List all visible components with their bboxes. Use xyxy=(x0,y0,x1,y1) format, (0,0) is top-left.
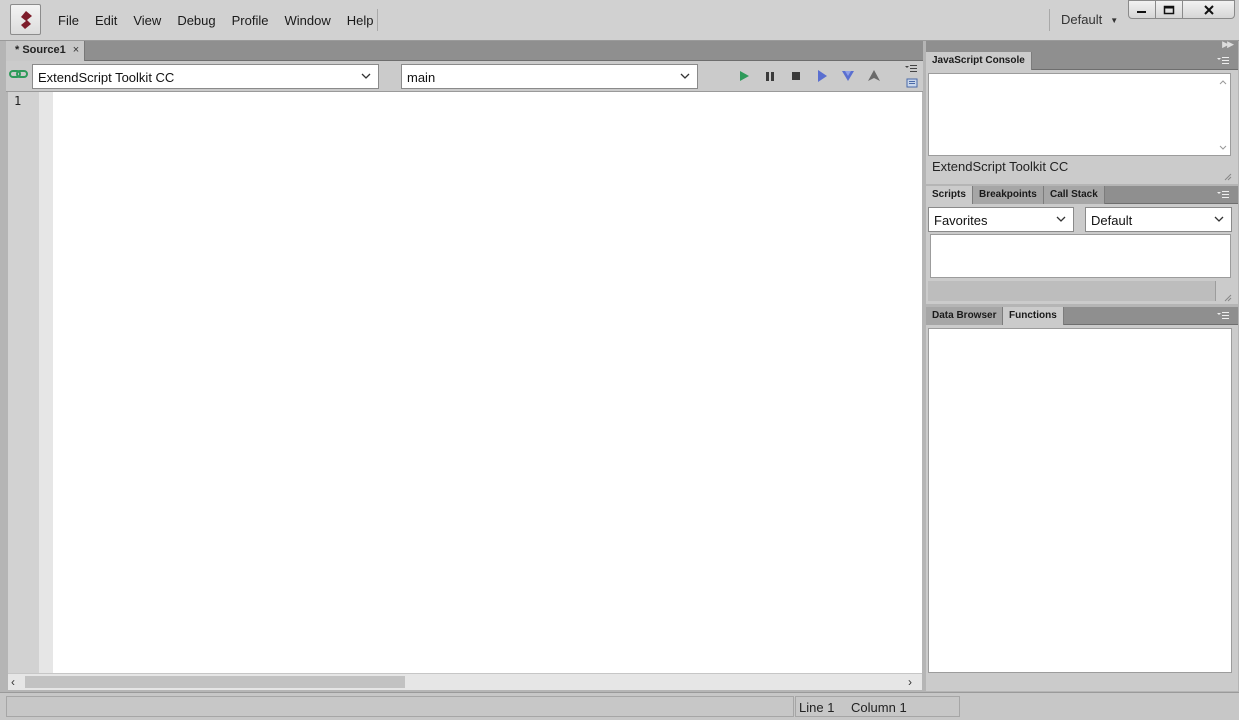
workspace-label: Default xyxy=(1061,12,1103,27)
panel-collapse-bar: ▶▶ xyxy=(926,39,1238,52)
maximize-icon xyxy=(1163,5,1175,14)
menu-divider xyxy=(1049,9,1050,31)
workspace-switcher[interactable]: Default ▼ xyxy=(1061,12,1118,27)
menu-file[interactable]: File xyxy=(50,12,87,30)
status-bar: Line 1 Column 1 xyxy=(0,692,1239,720)
scripts-scope-value: Default xyxy=(1091,213,1133,228)
link-icon[interactable] xyxy=(9,67,29,81)
outline-icon[interactable] xyxy=(906,78,920,88)
console-tab-bar: JavaScript Console xyxy=(926,52,1238,70)
cursor-position: Line 1 Column 1 xyxy=(795,696,960,717)
scripts-scroll-area xyxy=(928,281,1216,301)
engine-select[interactable]: main xyxy=(401,64,698,89)
tab-scripts[interactable]: Scripts xyxy=(926,186,973,204)
step-over-button[interactable] xyxy=(815,69,829,83)
console-target-label: ExtendScript Toolkit CC xyxy=(932,159,1069,174)
window-controls xyxy=(1128,0,1235,19)
status-column: Column 1 xyxy=(851,700,907,715)
scripts-list[interactable] xyxy=(930,234,1231,278)
functions-list[interactable] xyxy=(928,328,1232,673)
document-tab-bar: * Source1 × xyxy=(6,41,923,61)
caret-down-icon: ▼ xyxy=(1110,16,1119,26)
pause-button[interactable] xyxy=(763,69,777,83)
chevron-down-icon xyxy=(680,73,690,79)
minimize-button[interactable] xyxy=(1128,0,1156,19)
target-app-select[interactable]: ExtendScript Toolkit CC xyxy=(32,64,379,89)
pause-icon xyxy=(766,72,774,81)
menu-bar: File Edit View Debug Profile Window Help xyxy=(50,12,381,30)
panel-menu-icon[interactable] xyxy=(1216,190,1230,200)
menu-help[interactable]: Help xyxy=(339,12,382,30)
step-into-button[interactable] xyxy=(841,69,855,83)
chevron-down-icon xyxy=(361,73,371,79)
tab-label: * Source1 xyxy=(15,44,66,56)
step-over-icon xyxy=(818,70,827,82)
close-tab-icon[interactable]: × xyxy=(73,44,79,56)
tab-source1[interactable]: * Source1 × xyxy=(6,41,85,61)
tab-breakpoints[interactable]: Breakpoints xyxy=(973,186,1044,204)
scripts-panel: Favorites Default xyxy=(926,204,1238,304)
scripts-location-value: Favorites xyxy=(934,213,988,228)
resize-grip-icon[interactable] xyxy=(1224,173,1232,181)
menu-edit[interactable]: Edit xyxy=(87,12,125,30)
title-bar: File Edit View Debug Profile Window Help… xyxy=(0,0,1239,41)
stop-button[interactable] xyxy=(789,69,803,83)
console-panel: ExtendScript Toolkit CC xyxy=(926,70,1238,184)
scripts-location-select[interactable]: Favorites xyxy=(928,207,1074,232)
data-tab-bar: Data Browser Functions xyxy=(926,307,1238,325)
resize-grip-icon[interactable] xyxy=(1224,294,1232,302)
step-out-button[interactable] xyxy=(867,69,881,83)
stop-icon xyxy=(792,72,800,80)
target-app-value: ExtendScript Toolkit CC xyxy=(38,70,175,85)
code-editor[interactable]: 1 xyxy=(8,92,922,673)
menu-profile[interactable]: Profile xyxy=(224,12,277,30)
console-output[interactable] xyxy=(928,73,1231,156)
step-out-icon xyxy=(868,70,880,81)
tab-functions[interactable]: Functions xyxy=(1003,307,1064,325)
code-fold-margin xyxy=(39,92,53,673)
panel-menu-icon[interactable] xyxy=(1216,311,1230,321)
menu-divider xyxy=(377,9,378,31)
app-logo-icon xyxy=(10,4,41,35)
maximize-button[interactable] xyxy=(1155,0,1183,19)
line-number-gutter: 1 xyxy=(8,92,39,673)
tab-javascript-console[interactable]: JavaScript Console xyxy=(926,52,1032,70)
tab-data-browser[interactable]: Data Browser xyxy=(926,307,1004,325)
panel-menu-icon[interactable] xyxy=(904,64,918,74)
engine-value: main xyxy=(407,70,436,85)
close-window-button[interactable] xyxy=(1182,0,1235,19)
document-toolbar: ExtendScript Toolkit CC main xyxy=(6,61,923,92)
line-number: 1 xyxy=(14,94,22,108)
play-icon xyxy=(740,71,749,81)
scroll-right-icon[interactable]: › xyxy=(908,674,912,690)
status-line: Line 1 xyxy=(799,700,835,715)
scrollbar-thumb[interactable] xyxy=(25,676,405,688)
functions-panel xyxy=(926,325,1238,691)
scripts-scope-select[interactable]: Default xyxy=(1085,207,1232,232)
chevron-down-icon xyxy=(1056,216,1066,222)
chevron-down-icon xyxy=(1214,216,1224,222)
run-button[interactable] xyxy=(737,69,751,83)
menu-window[interactable]: Window xyxy=(276,12,338,30)
minimize-icon xyxy=(1137,10,1146,13)
console-scrollbar[interactable] xyxy=(1218,76,1228,154)
close-icon xyxy=(1203,4,1214,15)
menu-view[interactable]: View xyxy=(125,12,169,30)
step-into-icon xyxy=(842,71,854,81)
tab-call-stack[interactable]: Call Stack xyxy=(1044,186,1105,204)
collapse-panels-icon[interactable]: ▶▶ xyxy=(1222,39,1234,50)
menu-debug[interactable]: Debug xyxy=(169,12,223,30)
horizontal-scrollbar[interactable]: ‹ › xyxy=(8,673,922,690)
scripts-tab-bar: Scripts Breakpoints Call Stack xyxy=(926,186,1238,204)
status-message-area xyxy=(6,696,794,717)
panel-menu-icon[interactable] xyxy=(1216,56,1230,66)
scroll-left-icon[interactable]: ‹ xyxy=(11,674,15,690)
